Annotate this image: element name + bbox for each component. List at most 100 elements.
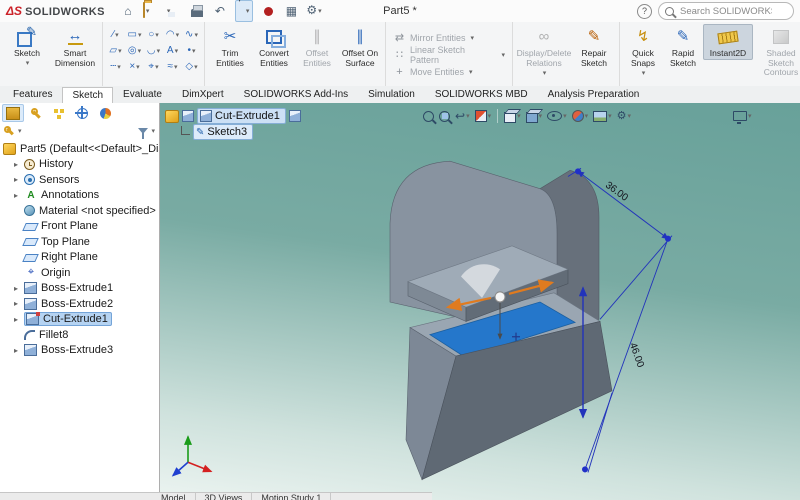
- mirror-entities-button[interactable]: ⇄ Mirror Entities: [389, 29, 509, 46]
- tree-item-fillet8[interactable]: Fillet8: [0, 327, 159, 343]
- dimension-grip-point[interactable]: [665, 235, 671, 242]
- centerline-tool-button[interactable]: ┄: [106, 59, 125, 74]
- text-tool-button[interactable]: A: [163, 43, 182, 58]
- expand-arrow-icon[interactable]: [14, 284, 24, 293]
- print-button[interactable]: [189, 3, 205, 19]
- move-entities-button[interactable]: + Move Entities: [389, 63, 509, 80]
- filter-funnel-icon[interactable]: [138, 128, 149, 139]
- parallelogram-tool-button[interactable]: ▱: [106, 43, 125, 58]
- save-button[interactable]: [166, 3, 182, 19]
- tab-solidworks-mbd[interactable]: SOLIDWORKS MBD: [425, 86, 538, 103]
- dimension-grip-point[interactable]: [582, 466, 588, 473]
- view-settings-button[interactable]: ⚙: [616, 107, 632, 125]
- display-grid-button[interactable]: ▦: [283, 3, 299, 19]
- tab-dimxpert[interactable]: DimXpert: [172, 86, 234, 103]
- shaded-sketch-contours-button[interactable]: Shaded Sketch Contours: [753, 24, 800, 78]
- tree-item-history[interactable]: History: [0, 157, 159, 173]
- previous-view-button[interactable]: ↩: [454, 107, 471, 125]
- offset-on-surface-button[interactable]: ∥ Offset On Surface: [338, 24, 382, 68]
- tab-model[interactable]: Model: [152, 493, 196, 500]
- dimxpertmanager-tab[interactable]: [71, 104, 93, 122]
- breadcrumb-feature-chip[interactable]: Cut-Extrude1: [197, 108, 286, 124]
- tab-sketch[interactable]: Sketch: [62, 87, 114, 104]
- tree-item-origin[interactable]: ⌖ Origin: [0, 265, 159, 281]
- circle-tool-button[interactable]: ○: [144, 27, 163, 42]
- expand-arrow-icon[interactable]: [14, 299, 24, 308]
- trim-entities-button[interactable]: ✂ Trim Entities: [208, 24, 252, 68]
- edit-appearance-button[interactable]: [571, 107, 590, 125]
- help-button[interactable]: ?: [637, 3, 652, 19]
- convert-entities-button[interactable]: Convert Entities: [252, 24, 296, 68]
- center-mark-tool-button[interactable]: ⌖: [144, 59, 163, 74]
- configurationmanager-tab[interactable]: [48, 104, 70, 122]
- display-delete-relations-button[interactable]: ∞ Display/Delete Relations: [516, 24, 572, 79]
- view-orientation-button[interactable]: [503, 107, 522, 125]
- tree-item-boss-extrude2[interactable]: Boss-Extrude2: [0, 296, 159, 312]
- tab-simulation[interactable]: Simulation: [358, 86, 425, 103]
- linear-sketch-pattern-button[interactable]: ∷ Linear Sketch Pattern: [389, 45, 509, 65]
- perimeter-circle-tool-button[interactable]: ◎: [125, 43, 144, 58]
- model-canvas[interactable]: 36.00 46.00: [160, 103, 800, 500]
- graphics-viewport[interactable]: 36.00 46.00 Cut-Extrude1 ✎ Sketch3 ↩ ▾ ▾…: [160, 103, 800, 500]
- polygon-tool-button[interactable]: ◇: [182, 59, 201, 74]
- section-view-button[interactable]: [474, 107, 493, 125]
- tab-features[interactable]: Features: [3, 86, 62, 103]
- rectangle-tool-button[interactable]: ▭: [125, 27, 144, 42]
- open-button[interactable]: [142, 2, 159, 19]
- record-button[interactable]: [260, 3, 276, 19]
- zoom-fit-button[interactable]: [422, 107, 435, 125]
- expand-arrow-icon[interactable]: [14, 160, 24, 169]
- dimension-grip-point[interactable]: [575, 168, 581, 175]
- expand-arrow-icon[interactable]: [14, 315, 24, 324]
- options-button[interactable]: ⚙: [306, 3, 322, 19]
- instant2d-button[interactable]: Instant2D: [703, 24, 753, 60]
- breadcrumb-sketch-chip[interactable]: ✎ Sketch3: [193, 124, 254, 140]
- search-box[interactable]: [658, 2, 794, 20]
- propertymanager-tab[interactable]: [25, 104, 47, 122]
- display-style-button[interactable]: [525, 107, 544, 125]
- tab-motion-study-1[interactable]: Motion Study 1: [252, 493, 332, 500]
- search-input[interactable]: [678, 4, 774, 18]
- undo-button[interactable]: ↶: [212, 3, 228, 19]
- displaymanager-tab[interactable]: [94, 104, 116, 122]
- three-point-arc-tool-button[interactable]: ◡: [144, 43, 163, 58]
- tree-item-cut-extrude1[interactable]: Cut-Extrude1: [0, 312, 159, 328]
- dimension-text-46[interactable]: 46.00: [627, 341, 646, 369]
- tree-item-front-plane[interactable]: Front Plane: [0, 219, 159, 235]
- hide-show-items-button[interactable]: [546, 107, 568, 125]
- solid-body-icon[interactable]: [288, 110, 301, 122]
- point-tool-button[interactable]: •: [182, 43, 201, 58]
- repair-sketch-button[interactable]: ✎ Repair Sketch: [572, 24, 616, 68]
- tab-evaluate[interactable]: Evaluate: [113, 86, 172, 103]
- part-icon[interactable]: [165, 109, 179, 123]
- spline-tool-button[interactable]: ∿: [182, 27, 201, 42]
- zoom-area-button[interactable]: [438, 107, 451, 125]
- quick-snaps-button[interactable]: ↯ Quick Snaps: [623, 24, 663, 79]
- tree-item-right-plane[interactable]: Right Plane: [0, 250, 159, 266]
- tab-3d-views[interactable]: 3D Views: [196, 493, 253, 500]
- tree-item-boss-extrude1[interactable]: Boss-Extrude1: [0, 281, 159, 297]
- erase-tool-button[interactable]: ×: [125, 59, 144, 74]
- offset-entities-button[interactable]: ∥ Offset Entities: [296, 24, 338, 68]
- tree-item-part[interactable]: Part5 (Default<<Default>_Display: [0, 141, 159, 157]
- tree-item-sensors[interactable]: Sensors: [0, 172, 159, 188]
- tree-item-annotations[interactable]: A Annotations: [0, 188, 159, 204]
- featuremanager-tab[interactable]: [2, 104, 24, 122]
- tab-analysis-preparation[interactable]: Analysis Preparation: [538, 86, 650, 103]
- apply-scene-button[interactable]: [592, 107, 613, 125]
- conic-tool-button[interactable]: ≈: [163, 59, 182, 74]
- arc-tool-button[interactable]: ◠: [163, 27, 182, 42]
- tab-solidworks-add-ins[interactable]: SOLIDWORKS Add-Ins: [234, 86, 358, 103]
- smart-dimension-button[interactable]: ↔ Smart Dimension: [51, 24, 99, 68]
- rapid-sketch-button[interactable]: ✎ Rapid Sketch: [663, 24, 703, 68]
- home-button[interactable]: ⌂: [120, 3, 136, 19]
- body-icon[interactable]: [182, 110, 194, 122]
- drag-handle-ball[interactable]: [494, 291, 506, 303]
- expand-arrow-icon[interactable]: [14, 175, 24, 184]
- sketch-button[interactable]: ✎ Sketch: [3, 24, 51, 69]
- expand-arrow-icon[interactable]: [14, 346, 24, 355]
- tree-item-material[interactable]: Material <not specified>: [0, 203, 159, 219]
- line-tool-button[interactable]: ∕: [106, 27, 125, 42]
- expand-arrow-icon[interactable]: [14, 191, 24, 200]
- tree-item-boss-extrude3[interactable]: Boss-Extrude3: [0, 343, 159, 359]
